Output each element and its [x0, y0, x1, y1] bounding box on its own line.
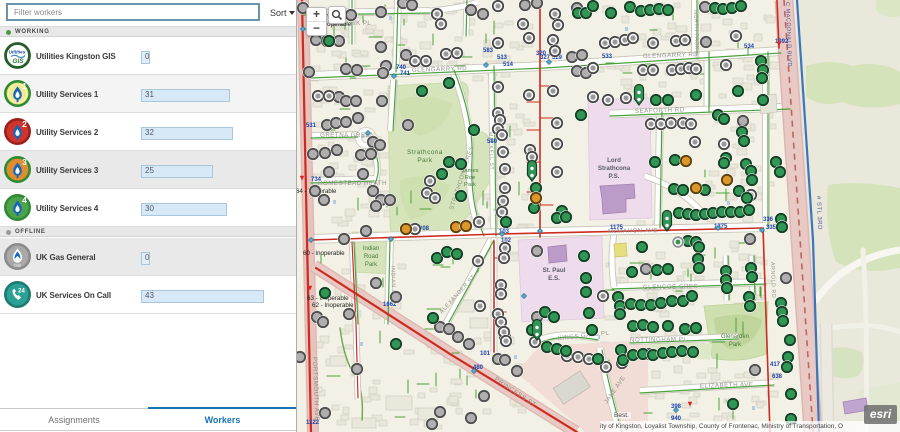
svg-text:Park: Park	[365, 262, 378, 268]
svg-text:Strathcona: Strathcona	[598, 165, 631, 172]
svg-text:E.S.: E.S.	[548, 275, 560, 282]
svg-text:Glenarden: Glenarden	[721, 334, 749, 340]
svg-text:Park: Park	[417, 157, 432, 164]
svg-text:534: 534	[744, 44, 755, 50]
svg-text:320: 320	[536, 51, 547, 57]
svg-text:531: 531	[306, 123, 317, 129]
svg-text:638: 638	[772, 374, 783, 380]
svg-text:ARNOLD RD: ARNOLD RD	[769, 262, 776, 298]
svg-text:St. Paul: St. Paul	[543, 267, 566, 274]
svg-text:101: 101	[480, 351, 491, 357]
svg-text:1122: 1122	[306, 420, 320, 426]
svg-text:24: 24	[18, 289, 25, 295]
svg-text:Roe: Roe	[465, 175, 476, 181]
svg-text:513: 513	[497, 55, 508, 61]
svg-text:Gas: Gas	[14, 263, 21, 268]
svg-text:Utilities: Utilities	[9, 50, 26, 55]
svg-text:1: 1	[22, 81, 27, 91]
svg-text:734: 734	[311, 177, 322, 183]
svg-text:Park: Park	[464, 182, 476, 188]
svg-text:Indian: Indian	[363, 246, 379, 252]
svg-text:2: 2	[22, 119, 27, 129]
svg-text:# STL 3RD: # STL 3RD	[815, 196, 822, 230]
svg-text:335: 335	[766, 225, 777, 231]
svg-text:1175: 1175	[610, 225, 624, 231]
svg-text:4: 4	[22, 195, 27, 205]
svg-text:Road: Road	[364, 254, 378, 260]
svg-text:417: 417	[770, 362, 781, 368]
svg-text:GIS: GIS	[12, 58, 24, 65]
svg-text:741: 741	[400, 71, 411, 77]
svg-text:P.S.: P.S.	[609, 173, 620, 180]
svg-text:Park: Park	[729, 342, 742, 348]
svg-text:533: 533	[602, 54, 613, 60]
svg-text:336: 336	[763, 217, 774, 223]
svg-text:NOTTINGHAM PL: NOTTINGHAM PL	[630, 336, 688, 344]
svg-text:580: 580	[487, 139, 498, 145]
svg-text:514: 514	[503, 62, 514, 68]
svg-text:Lord: Lord	[607, 157, 621, 164]
svg-text:60 - Inoperable: 60 - Inoperable	[303, 250, 345, 257]
svg-text:583: 583	[483, 48, 494, 54]
svg-text:3: 3	[22, 157, 27, 167]
svg-text:WK PL: WK PL	[350, 21, 371, 27]
svg-text:Strathcona: Strathcona	[407, 149, 443, 156]
